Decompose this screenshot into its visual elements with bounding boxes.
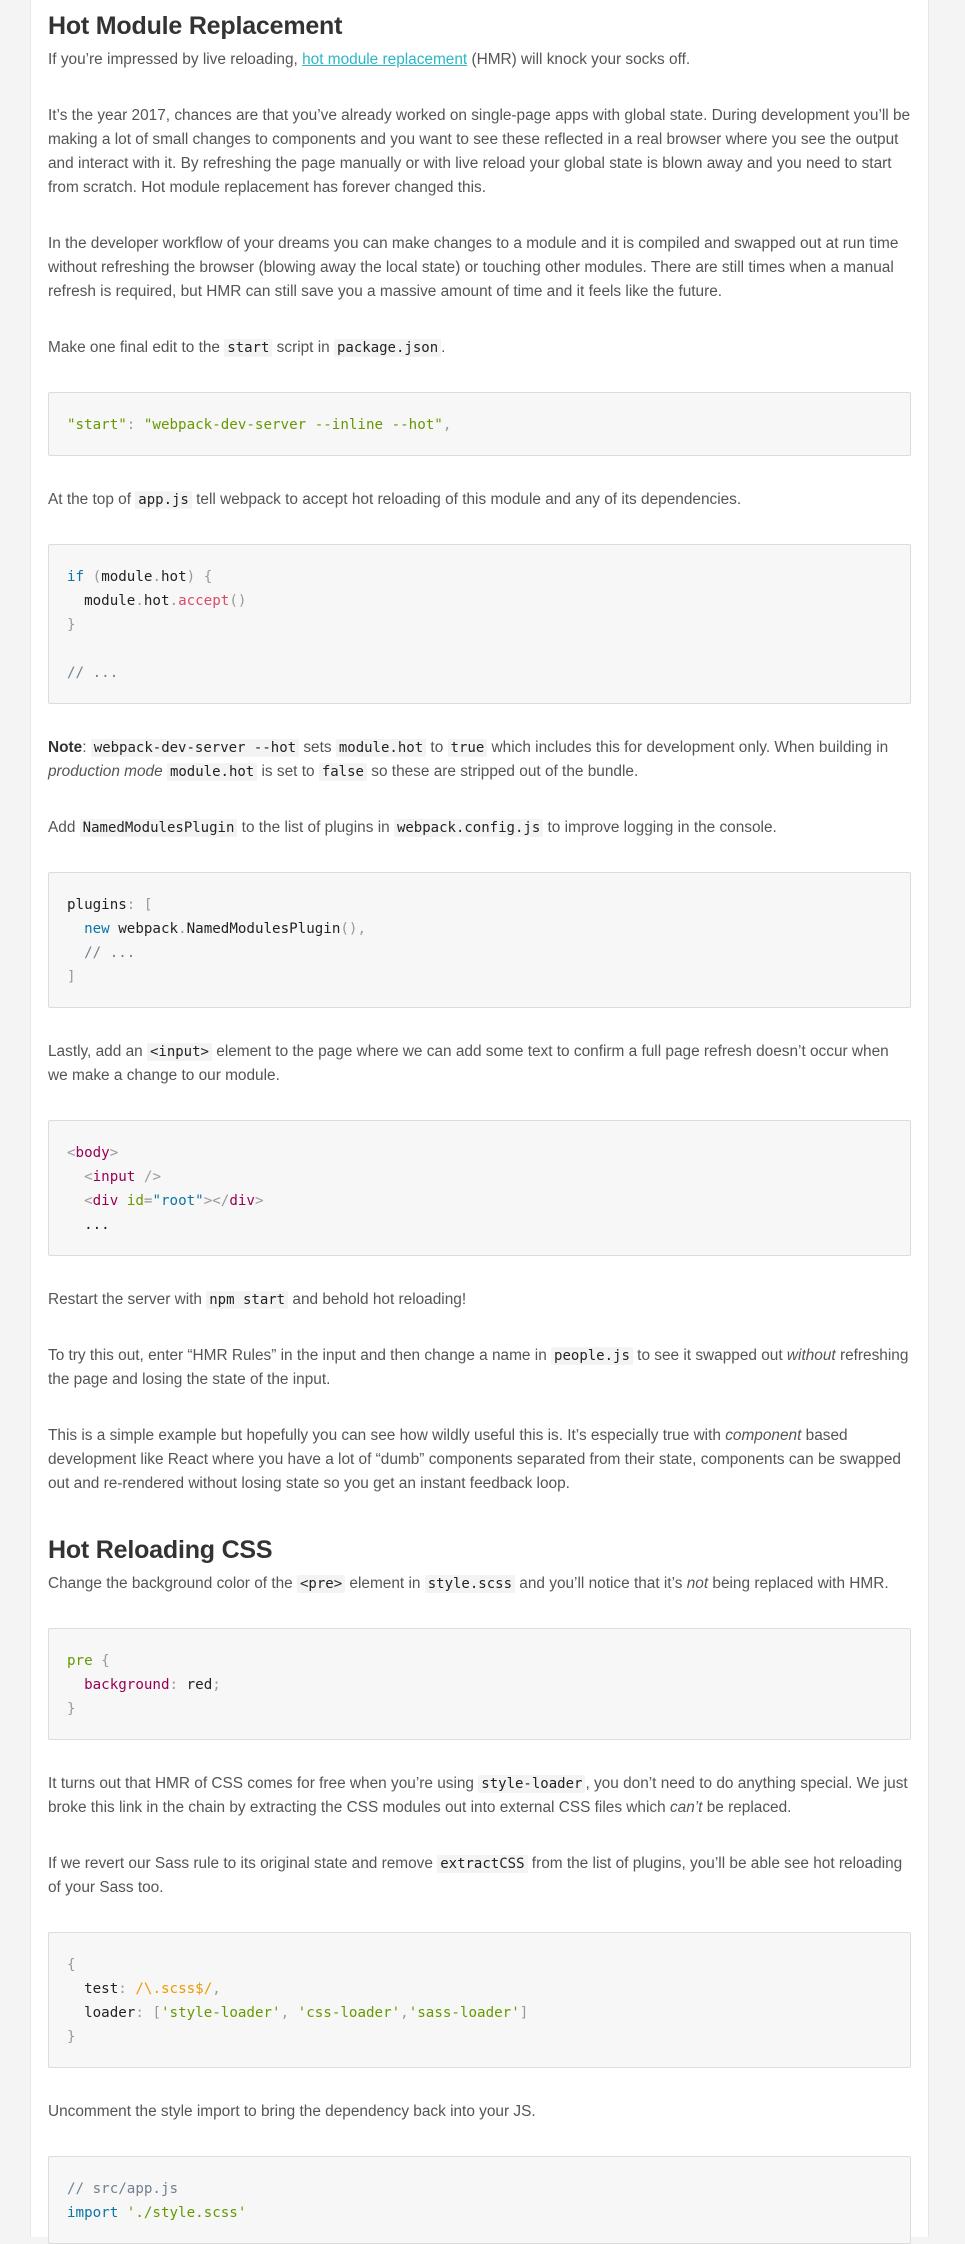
paragraph-turns-out: It turns out that HMR of CSS comes for f…	[48, 1775, 908, 1816]
paragraph-try-out: To try this out, enter “HMR Rules” in th…	[48, 1347, 909, 1388]
inline-code: style.scss	[424, 1575, 516, 1593]
inline-code: module.hot	[166, 763, 258, 781]
inline-code: extractCSS	[437, 1855, 528, 1873]
code-block-sass-loader: { test: /\.scss$/, loader: ['style-loade…	[48, 1932, 911, 2068]
paragraph-change-background: Change the background color of the <pre>…	[48, 1575, 889, 1593]
inline-code: webpack-dev-server --hot	[90, 739, 300, 757]
code-block-plugins: plugins: [ new webpack.NamedModulesPlugi…	[48, 872, 911, 1008]
code-block-pre-style: pre { background: red; }	[48, 1628, 911, 1740]
paragraph-year-2017: It’s the year 2017, chances are that you…	[48, 107, 911, 196]
inline-code: start	[224, 339, 273, 357]
paragraph-top-of-app: At the top of app.js tell webpack to acc…	[48, 491, 742, 509]
intro-paragraph: If you’re impressed by live reloading, h…	[48, 51, 691, 68]
heading-hot-reloading-css: Hot Reloading CSS	[48, 1536, 273, 1564]
code-block-module-hot: if (module.hot) { module.hot.accept() } …	[48, 544, 911, 704]
inline-code: npm start	[206, 1291, 289, 1309]
code-block-import-style: // src/app.js import './style.scss'	[48, 2156, 911, 2244]
paragraph-simple-example: This is a simple example but hopefully y…	[48, 1427, 901, 1492]
paragraph-restart: Restart the server with npm start and be…	[48, 1291, 467, 1309]
inline-code: people.js	[551, 1347, 633, 1365]
code-block-html-body: <body> <input /> <div id="root"></div> .…	[48, 1120, 911, 1256]
inline-code: app.js	[135, 491, 192, 509]
inline-code: true	[447, 739, 488, 757]
inline-code: NamedModulesPlugin	[79, 819, 238, 837]
paragraph-final-edit: Make one final edit to the start script …	[48, 339, 446, 357]
article-page: Hot Module Replacement If you’re impress…	[30, 0, 929, 2244]
inline-code: <input>	[146, 1043, 212, 1061]
paragraph-developer-workflow: In the developer workflow of your dreams…	[48, 235, 899, 300]
inline-code: <pre>	[297, 1575, 346, 1593]
paragraph-note: Note: webpack-dev-server --hot sets modu…	[48, 739, 889, 781]
heading-hot-module-replacement: Hot Module Replacement	[48, 12, 343, 40]
paragraph-add-input: Lastly, add an <input> element to the pa…	[48, 1043, 889, 1084]
paragraph-revert-sass: If we revert our Sass rule to its origin…	[48, 1855, 903, 1896]
inline-code: webpack.config.js	[393, 819, 544, 837]
inline-code: false	[318, 763, 367, 781]
hmr-link[interactable]: hot module replacement	[302, 51, 467, 68]
inline-code: module.hot	[335, 739, 427, 757]
paragraph-add-plugin: Add NamedModulesPlugin to the list of pl…	[48, 819, 777, 837]
code-block-start-script: "start": "webpack-dev-server --inline --…	[48, 392, 911, 456]
inline-code: style-loader	[478, 1775, 586, 1793]
article-content: Hot Module Replacement If you’re impress…	[31, 0, 928, 2244]
inline-code: package.json	[333, 339, 442, 357]
paragraph-uncomment: Uncomment the style import to bring the …	[48, 2103, 536, 2120]
